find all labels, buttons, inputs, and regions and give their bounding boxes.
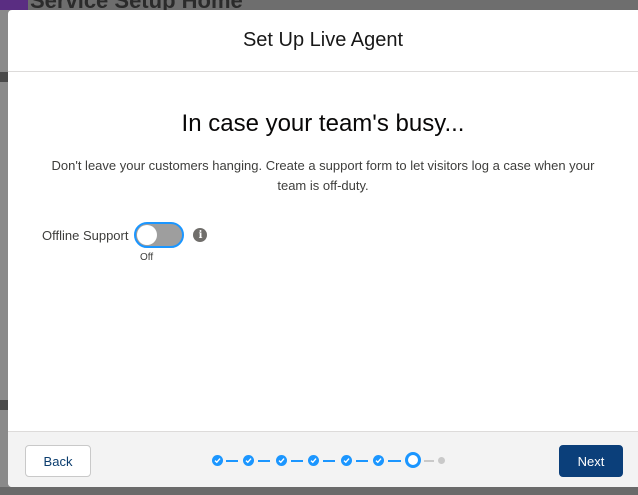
progress-step-current[interactable] <box>405 452 421 468</box>
progress-connector-incomplete <box>424 460 434 462</box>
background-left-edge <box>0 10 8 487</box>
modal-body: In case your team's busy... Don't leave … <box>8 72 638 431</box>
info-icon[interactable]: i <box>193 228 208 242</box>
background-header: Service Setup Home <box>0 0 638 10</box>
progress-step-complete[interactable] <box>308 455 319 466</box>
offline-support-label: Offline Support <box>42 227 129 243</box>
progress-indicator <box>202 452 452 468</box>
progress-step-complete[interactable] <box>276 455 287 466</box>
progress-connector <box>388 460 401 462</box>
progress-step-complete[interactable] <box>341 455 352 466</box>
setup-modal: Set Up Live Agent In case your team's bu… <box>8 10 638 487</box>
progress-step-incomplete[interactable] <box>438 457 445 464</box>
background-bottom-edge <box>0 487 638 495</box>
progress-connector <box>323 460 335 462</box>
background-app-title: Service Setup Home <box>30 0 243 10</box>
offline-support-field: Offline Support i <box>42 222 208 248</box>
next-button[interactable]: Next <box>559 445 623 477</box>
progress-step-complete[interactable] <box>373 455 384 466</box>
progress-connector <box>356 460 368 462</box>
back-button[interactable]: Back <box>25 445 91 477</box>
background-app-icon <box>0 0 28 10</box>
progress-connector <box>291 460 303 462</box>
offline-support-toggle[interactable] <box>134 222 185 248</box>
modal-footer: Back Next <box>8 431 638 487</box>
progress-connector <box>226 460 238 462</box>
progress-connector <box>258 460 270 462</box>
background-edge-mark <box>0 400 8 410</box>
modal-header: Set Up Live Agent <box>8 10 638 72</box>
toggle-state-label: Off <box>140 252 154 263</box>
progress-step-complete[interactable] <box>243 455 254 466</box>
background-edge-mark <box>0 72 8 82</box>
modal-title: Set Up Live Agent <box>242 29 404 51</box>
progress-step-complete[interactable] <box>212 455 223 466</box>
toggle-knob <box>137 225 158 245</box>
page-heading: In case your team's busy... <box>181 110 465 137</box>
page-description: Don't leave your customers hanging. Crea… <box>51 158 595 193</box>
